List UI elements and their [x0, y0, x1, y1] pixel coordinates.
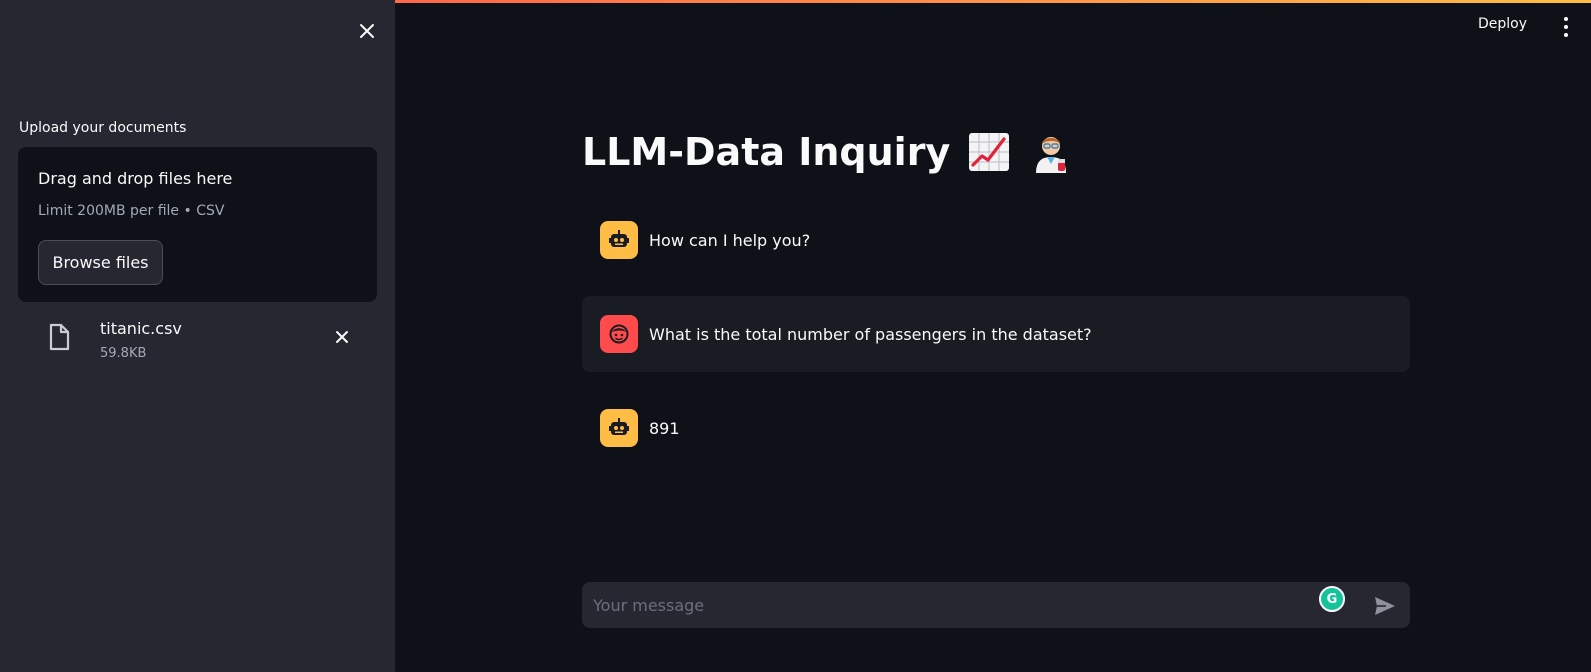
page-title: LLM-Data Inquiry — [582, 130, 1072, 174]
chat-input-container: G — [582, 582, 1410, 628]
grammarly-icon[interactable]: G — [1319, 586, 1345, 612]
chart-increasing-icon — [969, 133, 1010, 171]
close-icon — [336, 331, 348, 343]
chat-message-user: What is the total number of passengers i… — [582, 296, 1410, 372]
chat-message-input[interactable] — [593, 582, 1293, 628]
close-icon — [360, 24, 374, 38]
user-face-icon — [609, 324, 629, 344]
close-sidebar-button[interactable] — [354, 18, 380, 44]
upload-label: Upload your documents — [19, 120, 187, 136]
file-name: titanic.csv — [100, 319, 182, 338]
file-dropzone[interactable]: Drag and drop files here Limit 200MB per… — [18, 147, 377, 302]
main-menu-button[interactable] — [1560, 17, 1572, 37]
user-avatar — [600, 315, 638, 353]
remove-file-button[interactable] — [330, 325, 354, 349]
deploy-button[interactable]: Deploy — [1478, 16, 1527, 40]
assistant-avatar — [600, 221, 638, 259]
file-icon — [49, 323, 70, 351]
sidebar: Upload your documents Drag and drop file… — [0, 0, 395, 672]
message-text: What is the total number of passengers i… — [649, 324, 1092, 344]
browse-files-button[interactable]: Browse files — [38, 240, 163, 285]
uploaded-file-item: titanic.csv 59.8KB — [18, 316, 377, 370]
send-icon — [1375, 597, 1395, 615]
file-size: 59.8KB — [100, 346, 147, 361]
kebab-menu-icon — [1564, 17, 1568, 21]
chat-message-assistant: How can I help you? — [582, 220, 1410, 260]
chat-message-assistant: 891 — [582, 408, 1410, 448]
page-title-text: LLM-Data Inquiry — [582, 130, 951, 174]
scientist-icon — [1036, 137, 1067, 173]
dropzone-title: Drag and drop files here — [38, 169, 233, 188]
assistant-avatar — [600, 409, 638, 447]
robot-icon — [609, 418, 629, 435]
robot-icon — [609, 230, 629, 247]
send-button[interactable] — [1372, 593, 1398, 619]
message-text: 891 — [649, 418, 680, 438]
dropzone-limit: Limit 200MB per file • CSV — [38, 203, 225, 219]
message-text: How can I help you? — [649, 230, 811, 250]
